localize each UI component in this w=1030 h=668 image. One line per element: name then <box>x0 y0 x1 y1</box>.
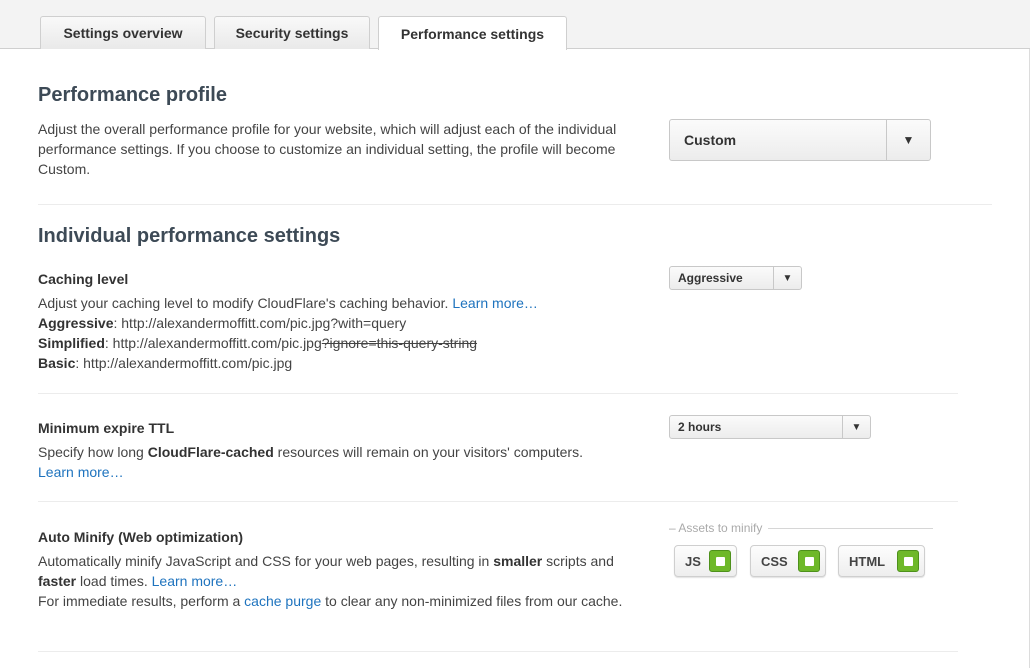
minify-html-toggle[interactable]: HTML <box>838 545 925 577</box>
chevron-down-icon: ▼ <box>773 267 801 289</box>
css-label: CSS <box>761 553 788 569</box>
ttl-desc-before: Specify how long <box>38 444 148 460</box>
caching-intro-line: Adjust your caching level to modify Clou… <box>38 293 638 313</box>
assets-to-minify-label: – Assets to minify <box>669 521 933 535</box>
caching-aggressive-line: Aggressive: http://alexandermoffitt.com/… <box>38 313 638 333</box>
minify-desc-5: to clear any non-minimized files from ou… <box>321 593 623 609</box>
caching-level-description: Adjust your caching level to modify Clou… <box>38 293 638 373</box>
minify-css-toggle[interactable]: CSS <box>750 545 826 577</box>
aggressive-label: Aggressive <box>38 315 114 331</box>
checkbox-checked-icon[interactable] <box>709 550 731 572</box>
caching-learn-more-link[interactable]: Learn more… <box>452 295 538 311</box>
ttl-learn-more-link[interactable]: Learn more… <box>38 464 124 480</box>
chevron-down-icon: ▼ <box>842 416 870 438</box>
minify-desc-3: load times. <box>76 573 152 589</box>
minify-desc-bold-1: smaller <box>493 553 543 569</box>
cache-purge-link[interactable]: cache purge <box>244 593 321 609</box>
aggressive-url: : http://alexandermoffitt.com/pic.jpg?wi… <box>113 315 407 331</box>
ttl-desc-bold: CloudFlare-cached <box>147 444 274 460</box>
minify-desc-bold-2: faster <box>38 573 77 589</box>
simplified-struck-query: ?ignore=this-query-string <box>321 335 478 351</box>
performance-profile-description: Adjust the overall performance profile f… <box>38 121 617 177</box>
caching-level-title: Caching level <box>38 271 129 287</box>
assets-label-line <box>768 527 933 529</box>
ttl-select[interactable]: 2 hours ▼ <box>669 415 871 439</box>
divider <box>38 651 958 652</box>
performance-profile-select[interactable]: Custom ▼ <box>669 119 931 161</box>
minify-desc-2: scripts and <box>542 553 614 569</box>
ttl-value: 2 hours <box>678 420 722 434</box>
basic-label: Basic <box>38 355 76 371</box>
chevron-down-icon: ▼ <box>886 120 930 160</box>
tab-settings-overview[interactable]: Settings overview <box>40 16 206 49</box>
simplified-label: Simplified <box>38 335 105 351</box>
divider <box>38 393 958 394</box>
auto-minify-title: Auto Minify (Web optimization) <box>38 529 244 545</box>
tab-performance-settings[interactable]: Performance settings <box>378 16 567 50</box>
individual-settings-heading: Individual performance settings <box>38 225 341 247</box>
js-label: JS <box>685 553 701 569</box>
caching-intro-text: Adjust your caching level to modify Clou… <box>38 295 449 311</box>
checkbox-checked-icon[interactable] <box>897 550 919 572</box>
caching-level-select[interactable]: Aggressive ▼ <box>669 266 802 290</box>
minify-desc-4: For immediate results, perform a <box>38 593 245 609</box>
performance-profile-value: Custom <box>684 132 737 148</box>
caching-simplified-line: Simplified: http://alexandermoffitt.com/… <box>38 333 638 353</box>
tab-bar: Settings overview Security settings Perf… <box>0 0 1030 50</box>
caching-basic-line: Basic: http://alexandermoffitt.com/pic.j… <box>38 353 638 373</box>
auto-minify-description: Automatically minify JavaScript and CSS … <box>38 551 638 611</box>
minify-learn-more-link[interactable]: Learn more… <box>152 573 238 589</box>
minify-js-toggle[interactable]: JS <box>674 545 737 577</box>
performance-profile-heading: Performance profile <box>38 84 227 106</box>
ttl-desc-line: Specify how long CloudFlare-cached resou… <box>38 442 638 462</box>
tab-security-settings[interactable]: Security settings <box>214 16 370 49</box>
basic-url: : http://alexandermoffitt.com/pic.jpg <box>75 355 293 371</box>
simplified-url: : http://alexandermoffitt.com/pic.jpg <box>104 335 322 351</box>
divider <box>38 501 958 502</box>
divider <box>38 204 992 205</box>
minify-desc-1: Automatically minify JavaScript and CSS … <box>38 553 494 569</box>
caching-level-value: Aggressive <box>678 271 743 285</box>
ttl-title: Minimum expire TTL <box>38 420 175 436</box>
html-label: HTML <box>849 553 886 569</box>
checkbox-checked-icon[interactable] <box>798 550 820 572</box>
ttl-description: Specify how long CloudFlare-cached resou… <box>38 442 638 482</box>
ttl-desc-after: resources will remain on your visitors' … <box>273 444 583 460</box>
assets-label-text: – Assets to minify <box>669 521 763 535</box>
